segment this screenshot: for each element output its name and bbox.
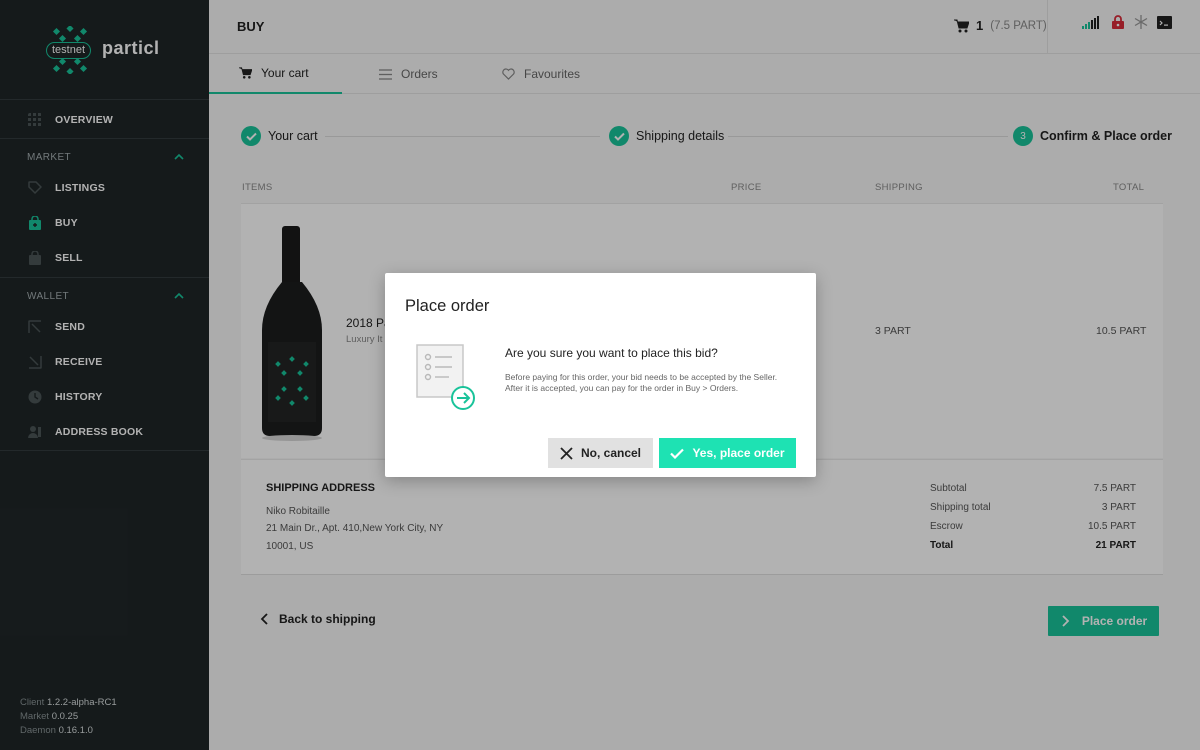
dialog-question: Are you sure you want to place this bid?	[505, 346, 718, 360]
confirm-place-order-button[interactable]: Yes, place order	[659, 438, 796, 468]
dialog-title: Place order	[405, 297, 490, 315]
dialog-description: Before paying for this order, your bid n…	[505, 372, 778, 393]
order-checklist-icon	[416, 344, 475, 410]
close-icon	[560, 446, 573, 460]
confirm-label: Yes, place order	[692, 446, 785, 460]
cancel-label: No, cancel	[580, 446, 642, 460]
place-order-dialog: Place order Are you sure you want to pla…	[385, 273, 816, 477]
cancel-button[interactable]: No, cancel	[548, 438, 653, 468]
check-icon	[670, 448, 685, 459]
